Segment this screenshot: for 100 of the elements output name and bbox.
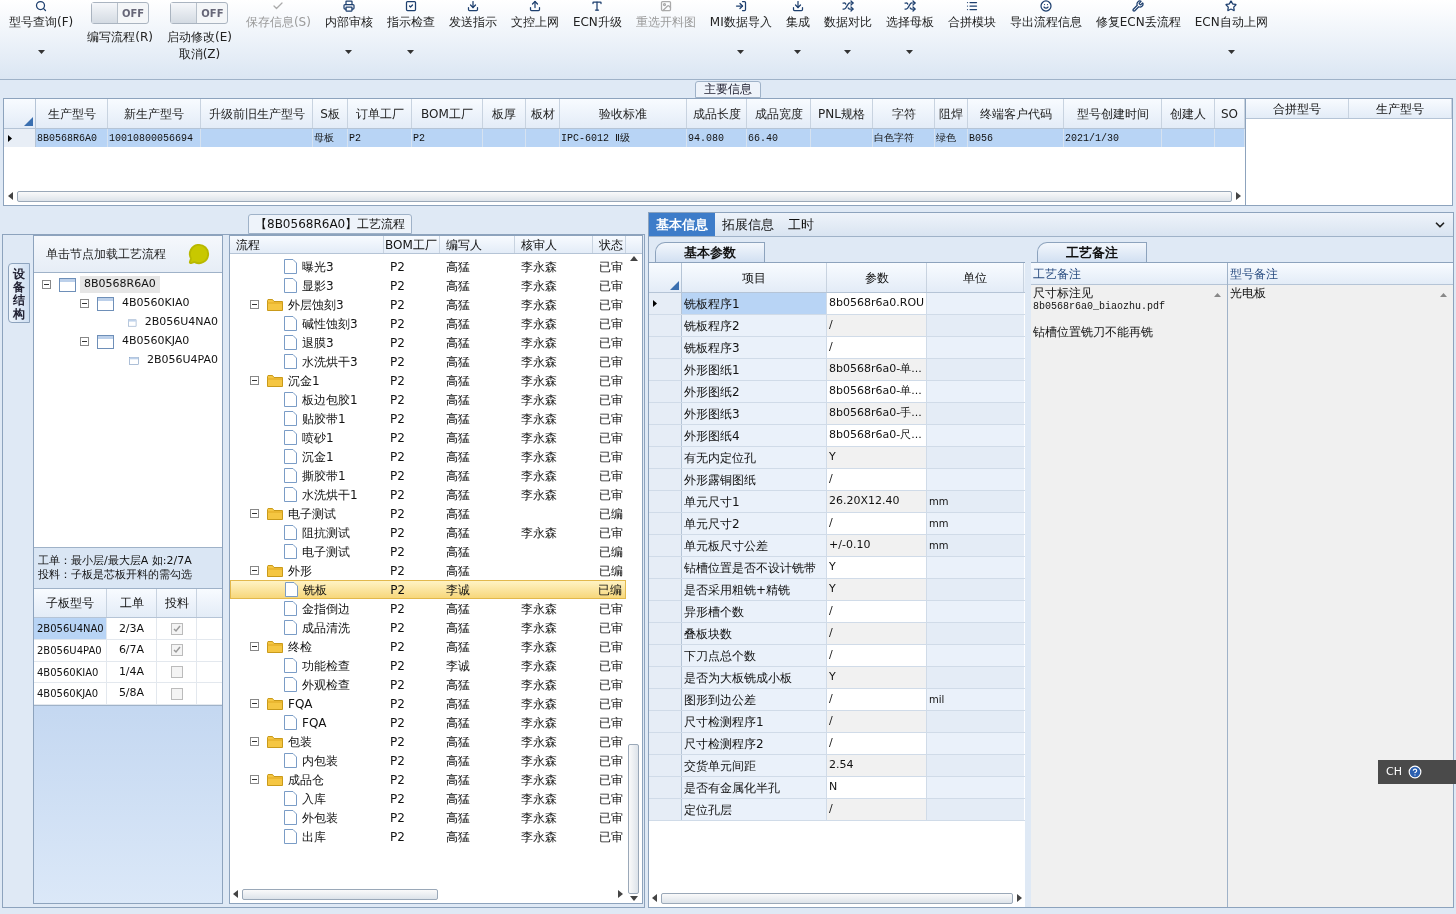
- tree-row[interactable]: 阻抗测试 P2 高猛 李永森 已审: [230, 523, 626, 542]
- tab[interactable]: 基本信息: [649, 213, 715, 236]
- scroll-right-icon[interactable]: [1236, 192, 1241, 200]
- checkbox[interactable]: [170, 666, 183, 679]
- tree-row[interactable]: FQA P2 高猛 李永森 已审: [230, 713, 626, 732]
- collapse-icon[interactable]: [250, 509, 259, 518]
- checkbox[interactable]: [170, 644, 183, 657]
- table-cell[interactable]: 是否有金属化半孔: [682, 777, 827, 798]
- toolbar-button[interactable]: MI数据导入: [709, 15, 772, 30]
- collapse-icon[interactable]: [250, 737, 259, 746]
- table-cell[interactable]: 尺寸检测程序1: [682, 711, 827, 732]
- tree-node[interactable]: 2B056U4PA0: [142, 352, 222, 369]
- table-cell[interactable]: 4B0560KIA0: [34, 661, 107, 683]
- column-header[interactable]: 升级前旧生产型号: [201, 99, 313, 128]
- scroll-left-icon[interactable]: [8, 192, 13, 200]
- tree-row[interactable]: 出库 P2 高猛 李永森 已审: [230, 827, 626, 846]
- tree-row[interactable]: 成品仓 P2 高猛 李永森 已审: [230, 770, 626, 789]
- table-cell[interactable]: 图形到边公差: [682, 689, 827, 710]
- tree-node[interactable]: 2B056U4NA0: [140, 314, 222, 331]
- tree-row[interactable]: 成品清洗 P2 高猛 李永森 已审: [230, 618, 626, 637]
- tree-row[interactable]: 功能检查 P2 李诚 李永森 已审: [230, 656, 626, 675]
- column-header[interactable]: 生产型号: [1349, 99, 1452, 118]
- tree-row[interactable]: 铣板 P2 李诚 已编: [230, 580, 626, 599]
- tree-row[interactable]: 外观检查 P2 高猛 李永森 已审: [230, 675, 626, 694]
- collapse-icon[interactable]: [250, 642, 259, 651]
- toolbar-button[interactable]: 合拼模块: [947, 15, 996, 30]
- dropdown-caret-icon[interactable]: [906, 49, 914, 54]
- table-cell[interactable]: 是否为大板铣成小板: [682, 667, 827, 688]
- toolbar-button[interactable]: 型号查询(F): [9, 15, 74, 30]
- dropdown-caret-icon[interactable]: [844, 49, 852, 54]
- column-header[interactable]: 子板型号: [34, 589, 107, 618]
- language-bar[interactable]: CH: [1378, 760, 1456, 784]
- side-tab[interactable]: 设备结构: [8, 263, 30, 323]
- tree-row[interactable]: 内包装 P2 高猛 李永森 已审: [230, 751, 626, 770]
- scroll-right-icon[interactable]: [618, 890, 623, 898]
- table-cell[interactable]: 是否采用粗铣+精铣: [682, 579, 827, 600]
- column-header[interactable]: SO: [1215, 99, 1245, 128]
- tab[interactable]: 工时: [781, 213, 821, 236]
- column-header[interactable]: 字符: [873, 99, 935, 128]
- column-header[interactable]: 单位: [927, 263, 1024, 292]
- column-header[interactable]: 成品长度: [687, 99, 747, 128]
- toolbar-button[interactable]: 集成: [785, 15, 810, 30]
- column-header[interactable]: 流程: [230, 236, 384, 253]
- tree-row[interactable]: 曝光3 P2 高猛 李永森 已审: [230, 257, 626, 276]
- table-cell[interactable]: 定位孔层: [682, 799, 827, 820]
- table-cell[interactable]: 铣板程序3: [682, 337, 827, 358]
- column-header[interactable]: 状态: [593, 236, 626, 253]
- corner-triangle-icon[interactable]: [24, 117, 33, 126]
- toolbar-button[interactable]: 指示检查: [386, 15, 435, 30]
- table-cell[interactable]: 外形图纸1: [682, 359, 827, 380]
- table-cell[interactable]: 铣板程序1: [682, 293, 827, 314]
- column-header[interactable]: 项目: [682, 263, 827, 292]
- column-header[interactable]: 订单工厂: [348, 99, 412, 128]
- table-cell[interactable]: 单元尺寸1: [682, 491, 827, 512]
- column-header[interactable]: 验收标准: [560, 99, 687, 128]
- table-cell[interactable]: 2B056U4NA0: [34, 618, 107, 640]
- tree-row[interactable]: 贴胶带1 P2 高猛 李永森 已审: [230, 409, 626, 428]
- column-header[interactable]: BOM工厂: [384, 236, 440, 253]
- toolbar-button[interactable]: 选择母板: [885, 15, 934, 30]
- column-header[interactable]: 参数: [827, 263, 927, 292]
- tree-node[interactable]: 8B0568R6A0: [80, 276, 160, 293]
- corner-triangle-icon[interactable]: [670, 281, 679, 290]
- tree-row[interactable]: 包装 P2 高猛 李永森 已审: [230, 732, 626, 751]
- table-cell[interactable]: 单元尺寸2: [682, 513, 827, 534]
- toolbar-button[interactable]: 修复ECN丢流程: [1095, 15, 1181, 30]
- toolbar-button[interactable]: ECN升级: [572, 15, 622, 30]
- column-header[interactable]: BOM工厂: [412, 99, 483, 128]
- tab[interactable]: 拓展信息: [715, 213, 781, 236]
- toggle-switch[interactable]: OFF: [170, 2, 229, 24]
- table-cell[interactable]: 交货单元间距: [682, 755, 827, 776]
- column-header[interactable]: 工单: [107, 589, 157, 618]
- table-cell[interactable]: 叠板块数: [682, 623, 827, 644]
- collapse-icon[interactable]: [250, 300, 259, 309]
- collapse-icon[interactable]: [80, 299, 89, 308]
- tree-row[interactable]: 显影3 P2 高猛 李永森 已审: [230, 276, 626, 295]
- dropdown-caret-icon[interactable]: [37, 49, 45, 54]
- column-header[interactable]: 合拼型号: [1246, 99, 1349, 118]
- tree-row[interactable]: 沉金1 P2 高猛 李永森 已审: [230, 371, 626, 390]
- tree-row[interactable]: 撕胶带1 P2 高猛 李永森 已审: [230, 466, 626, 485]
- table-cell[interactable]: 外形露铜图纸: [682, 469, 827, 490]
- collapse-icon[interactable]: [250, 376, 259, 385]
- collapse-icon[interactable]: [80, 337, 89, 346]
- column-header[interactable]: 终端客户代码: [968, 99, 1064, 128]
- toolbar-button[interactable]: 发送指示: [448, 15, 497, 30]
- horizontal-scrollbar[interactable]: [242, 888, 438, 900]
- table-row[interactable]: 8B0568R6A0 10010800056694 母板 P2 P2 IPC-6012 Ⅱ级 94.080 66.40 白色字符 绿色 B056 2021/1/30: [4, 129, 1245, 147]
- table-cell[interactable]: 4B0560KJA0: [34, 683, 107, 704]
- tree-row[interactable]: 喷砂1 P2 高猛 李永森 已审: [230, 428, 626, 447]
- tree-row[interactable]: 水洗烘干3 P2 高猛 李永森 已审: [230, 352, 626, 371]
- tree-row[interactable]: 退膜3 P2 高猛 李永森 已审: [230, 333, 626, 352]
- table-cell[interactable]: 尺寸检测程序2: [682, 733, 827, 754]
- checkbox[interactable]: [170, 687, 183, 700]
- tree-node[interactable]: 4B0560KIA0: [118, 295, 194, 312]
- column-header[interactable]: 投料: [157, 589, 197, 618]
- table-cell[interactable]: 钻槽位置是否不设计铣带: [682, 557, 827, 578]
- column-header[interactable]: S板: [313, 99, 348, 128]
- column-header[interactable]: 成品宽度: [747, 99, 811, 128]
- tree-row[interactable]: 板边包胶1 P2 高猛 李永森 已审: [230, 390, 626, 409]
- scroll-right-icon[interactable]: [1017, 894, 1022, 902]
- row-header[interactable]: [649, 293, 682, 314]
